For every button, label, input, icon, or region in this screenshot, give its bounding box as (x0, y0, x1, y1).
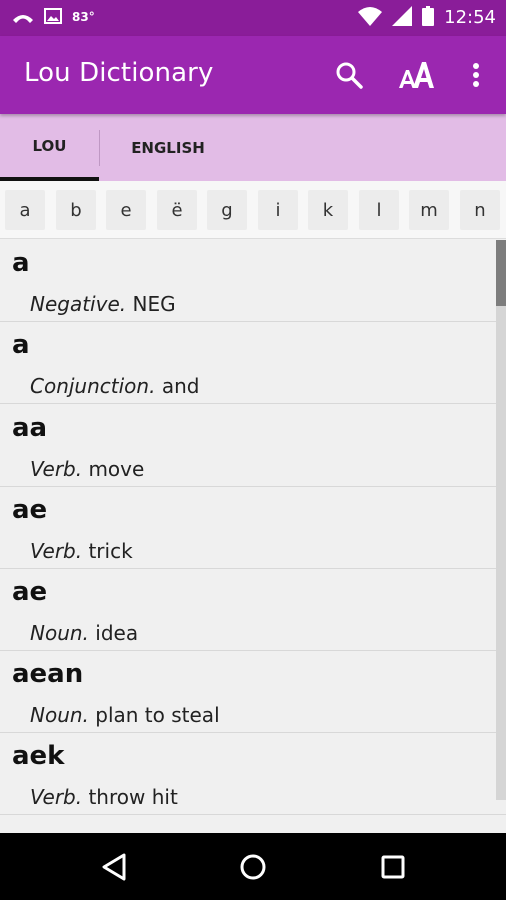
more-vert-icon[interactable] (461, 60, 491, 90)
battery-icon (422, 6, 435, 30)
app-title: Lou Dictionary (24, 58, 214, 88)
entry-word: ae (12, 577, 48, 607)
entry-pos: Verb. (30, 457, 83, 481)
back-icon[interactable] (94, 847, 134, 887)
entry-gloss: move (88, 457, 145, 481)
entry-pos: Verb. (30, 785, 83, 809)
list-item[interactable]: aean Noun. plan to steal (0, 651, 506, 733)
entry-pos: Noun. (30, 703, 89, 727)
entry-gloss: plan to steal (95, 703, 220, 727)
scrollbar-track[interactable] (496, 240, 506, 800)
alphabet-bar: a b e ë g i k l m n (0, 181, 506, 239)
entry-pos: Conjunction. (30, 374, 156, 398)
entry-pos: Negative. (30, 292, 127, 316)
letter-l[interactable]: l (359, 190, 399, 230)
entry-definition: Verb. trick (30, 539, 133, 563)
image-icon (44, 8, 62, 28)
entry-definition: Noun. idea (30, 621, 138, 645)
letter-e-diaeresis[interactable]: ë (157, 190, 197, 230)
recents-icon[interactable] (373, 847, 413, 887)
list-item[interactable]: ae Verb. trick (0, 487, 506, 569)
entry-definition: Verb. move (30, 457, 144, 481)
list-item-partial[interactable] (0, 816, 506, 833)
search-icon[interactable] (334, 60, 364, 90)
entry-definition: Verb. throw hit (30, 785, 178, 809)
entry-gloss: trick (88, 539, 133, 563)
list-item[interactable]: aa Verb. move (0, 405, 506, 487)
entry-word: aek (12, 741, 65, 771)
entry-word: a (12, 330, 30, 360)
entry-gloss: idea (95, 621, 139, 645)
letter-m[interactable]: m (409, 190, 449, 230)
entry-gloss: NEG (132, 292, 176, 316)
scrollbar-thumb[interactable] (496, 240, 506, 306)
font-size-icon[interactable] (398, 60, 434, 90)
status-bar: 83° 12:54 (0, 0, 506, 36)
entry-definition: Conjunction. and (30, 374, 199, 398)
temperature-text: 83° (72, 10, 95, 24)
entry-pos: Verb. (30, 539, 83, 563)
entry-word: aa (12, 413, 48, 443)
entry-pos: Noun. (30, 621, 89, 645)
entry-list: a Negative. NEG a Conjunction. and aa Ve… (0, 240, 506, 833)
letter-k[interactable]: k (308, 190, 348, 230)
tab-divider (99, 130, 100, 166)
app-bar: Lou Dictionary (0, 36, 506, 114)
letter-b[interactable]: b (56, 190, 96, 230)
letter-n[interactable]: n (460, 190, 500, 230)
list-item[interactable]: a Conjunction. and (0, 322, 506, 404)
letter-i[interactable]: i (258, 190, 298, 230)
navigation-bar (0, 833, 506, 900)
signal-icon (392, 6, 413, 30)
list-item[interactable]: ae Noun. idea (0, 569, 506, 651)
list-item[interactable]: aek Verb. throw hit (0, 733, 506, 815)
tab-bar: LOU ENGLISH (0, 114, 506, 181)
entry-definition: Negative. NEG (30, 292, 176, 316)
entry-word: a (12, 248, 30, 278)
tab-english[interactable]: ENGLISH (100, 114, 236, 181)
list-item[interactable]: a Negative. NEG (0, 240, 506, 322)
tab-lou[interactable]: LOU (0, 114, 99, 181)
letter-g[interactable]: g (207, 190, 247, 230)
wifi-icon (358, 6, 383, 30)
home-icon[interactable] (233, 847, 273, 887)
letter-e[interactable]: e (106, 190, 146, 230)
entry-word: aean (12, 659, 84, 689)
missed-call-icon (12, 9, 34, 28)
entry-gloss: throw hit (88, 785, 178, 809)
entry-definition: Noun. plan to steal (30, 703, 220, 727)
letter-a[interactable]: a (5, 190, 45, 230)
entry-gloss: and (161, 374, 200, 398)
clock: 12:54 (444, 7, 496, 28)
entry-word: ae (12, 495, 48, 525)
